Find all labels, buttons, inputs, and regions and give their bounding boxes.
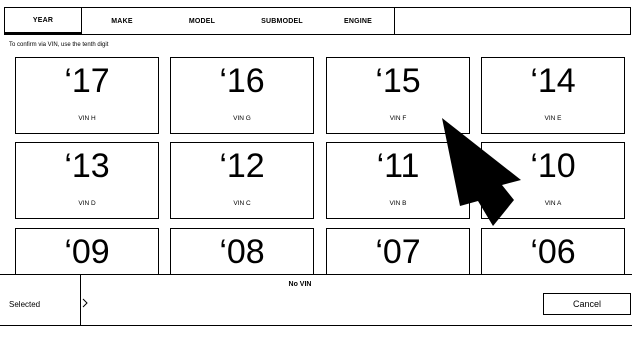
wizard-tabs: YEAR MAKE MODEL SUBMODEL ENGINE bbox=[4, 7, 631, 35]
year-label: ‘06 bbox=[530, 233, 576, 271]
vin-code: VIN H bbox=[78, 115, 96, 122]
year-label: ‘07 bbox=[375, 233, 421, 271]
year-label: ‘16 bbox=[219, 62, 265, 100]
tab-model[interactable]: MODEL bbox=[162, 8, 242, 35]
year-card-17[interactable]: ‘17 VIN H bbox=[15, 57, 159, 134]
vin-code: VIN B bbox=[389, 200, 407, 207]
tab-divider bbox=[394, 8, 395, 35]
year-label: ‘11 bbox=[376, 147, 420, 185]
selected-label: Selected bbox=[9, 300, 41, 309]
chevron-right-icon bbox=[82, 298, 88, 308]
year-card-16[interactable]: ‘16 VIN G bbox=[170, 57, 314, 134]
vin-code: VIN C bbox=[233, 200, 251, 207]
year-label: ‘10 bbox=[530, 147, 576, 185]
year-label: ‘08 bbox=[219, 233, 265, 271]
year-label: ‘15 bbox=[375, 62, 421, 100]
year-card-13[interactable]: ‘13 VIN D bbox=[15, 142, 159, 219]
tab-submodel[interactable]: SUBMODEL bbox=[242, 8, 322, 35]
selected-divider bbox=[80, 275, 81, 326]
selection-bar: Selected No VIN Cancel bbox=[0, 274, 632, 326]
vin-code: VIN D bbox=[78, 200, 96, 207]
year-label: ‘13 bbox=[64, 147, 110, 185]
year-card-15[interactable]: ‘15 VIN F bbox=[326, 57, 470, 134]
tab-make[interactable]: MAKE bbox=[82, 8, 162, 35]
year-card-12[interactable]: ‘12 VIN C bbox=[170, 142, 314, 219]
tab-year[interactable]: YEAR bbox=[5, 8, 81, 35]
year-grid: ‘17 VIN H ‘16 VIN G ‘15 VIN F ‘14 VIN E … bbox=[0, 52, 632, 289]
tab-engine[interactable]: ENGINE bbox=[322, 8, 394, 35]
vin-code: VIN A bbox=[544, 200, 562, 207]
year-card-14[interactable]: ‘14 VIN E bbox=[481, 57, 625, 134]
vin-code: VIN G bbox=[233, 115, 251, 122]
year-label: ‘17 bbox=[64, 62, 110, 100]
year-label: ‘09 bbox=[64, 233, 110, 271]
year-label: ‘12 bbox=[219, 147, 265, 185]
vin-code: VIN F bbox=[389, 115, 407, 122]
selected-value: No VIN bbox=[288, 281, 312, 288]
year-card-10[interactable]: ‘10 VIN A bbox=[481, 142, 625, 219]
vin-hint-text: To confirm via VIN, use the tenth digit bbox=[9, 42, 109, 48]
year-card-11[interactable]: ‘11 VIN B bbox=[326, 142, 470, 219]
vin-code: VIN E bbox=[544, 115, 562, 122]
cancel-button[interactable]: Cancel bbox=[543, 293, 631, 315]
year-label: ‘14 bbox=[530, 62, 576, 100]
